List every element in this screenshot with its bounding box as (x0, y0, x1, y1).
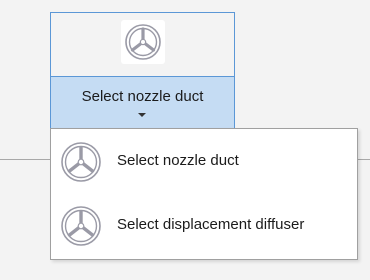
canvas: Select nozzle duct Select nozzle duct Se… (0, 0, 370, 280)
menu-item-label: Select nozzle duct (117, 152, 239, 169)
caret-down-icon (138, 113, 146, 117)
dropdown-menu: Select nozzle duct Select displacement d… (50, 128, 358, 260)
displacement-diffuser-icon (59, 204, 103, 248)
ribbon-button-label: Select nozzle duct (81, 88, 204, 105)
menu-item-select-nozzle-duct[interactable]: Select nozzle duct (51, 133, 357, 191)
menu-item-label: Select displacement diffuser (117, 216, 305, 233)
ribbon-button-icon-area[interactable] (51, 13, 234, 76)
menu-item-select-displacement-diffuser[interactable]: Select displacement diffuser (51, 197, 357, 255)
ribbon-button-dropdown[interactable]: Select nozzle duct (51, 76, 234, 128)
select-nozzle-duct-split-button[interactable]: Select nozzle duct (50, 12, 235, 129)
duct-fan-icon (121, 20, 165, 64)
nozzle-duct-icon (59, 140, 103, 184)
